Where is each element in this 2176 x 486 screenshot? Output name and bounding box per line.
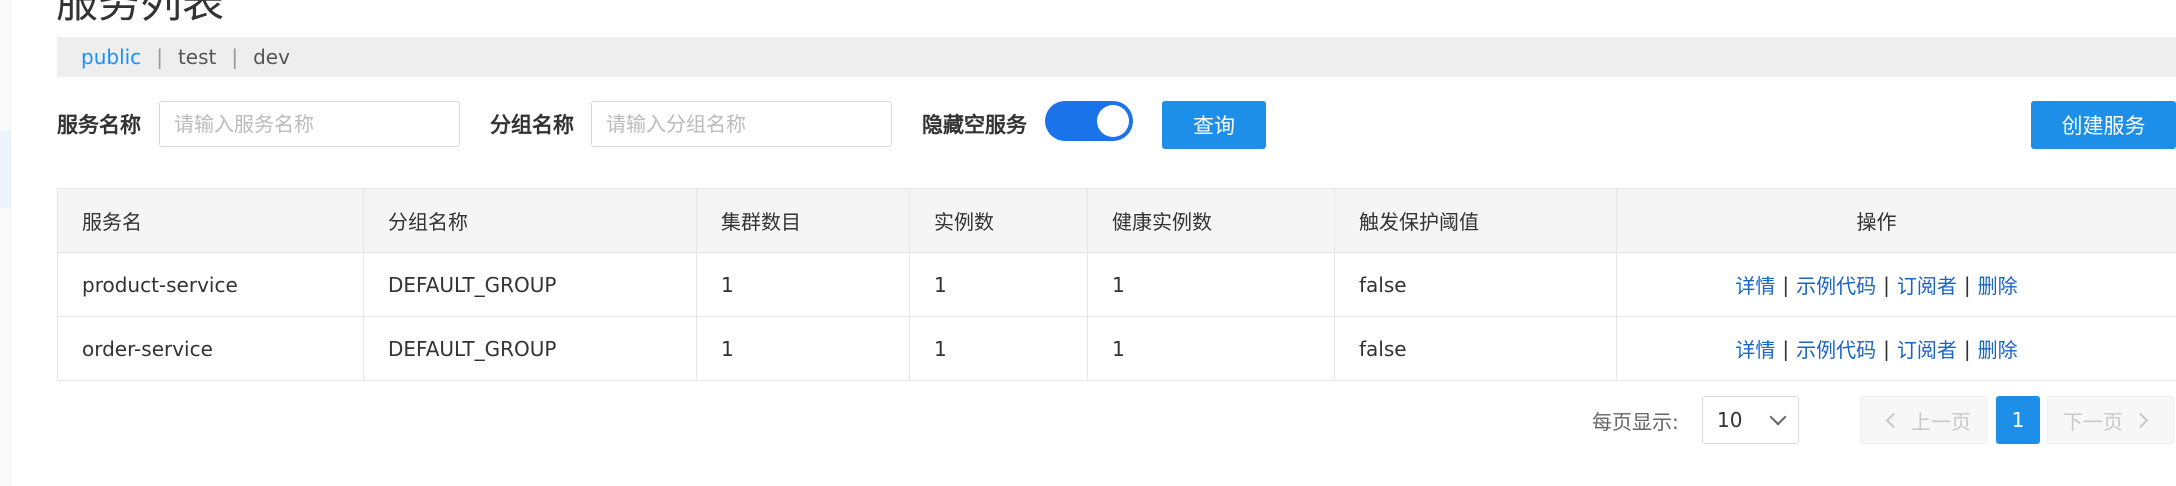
namespace-separator: |	[231, 45, 239, 69]
subscribers-link[interactable]: 订阅者	[1897, 334, 1957, 363]
cell-instance-count: 1	[910, 253, 1088, 316]
sample-code-link[interactable]: 示例代码	[1796, 334, 1876, 363]
cell-healthy-instance-count: 1	[1088, 317, 1335, 380]
chevron-left-icon	[1885, 412, 1902, 428]
left-nav-highlight	[0, 130, 10, 208]
cell-protect-threshold: false	[1335, 253, 1617, 316]
prev-page-label: 上一页	[1911, 409, 1971, 434]
cell-operations: 详情 | 示例代码 | 订阅者 | 删除	[1617, 317, 2176, 380]
namespace-bar: public | test | dev	[57, 37, 2176, 77]
group-name-label: 分组名称	[490, 113, 574, 137]
table-header-row: 服务名 分组名称 集群数目 实例数 健康实例数 触发保护阈值 操作	[58, 189, 2176, 253]
create-service-button[interactable]: 创建服务	[2031, 101, 2176, 149]
cell-cluster-count: 1	[697, 253, 910, 316]
detail-link[interactable]: 详情	[1735, 334, 1775, 363]
namespace-separator: |	[156, 45, 163, 69]
page-number-current[interactable]: 1	[1996, 396, 2040, 444]
cell-group-name: DEFAULT_GROUP	[364, 317, 697, 380]
operation-separator: |	[1963, 272, 1971, 297]
hide-empty-services-label: 隐藏空服务	[922, 113, 1027, 137]
column-header-healthy-instance-count: 健康实例数	[1088, 189, 1335, 252]
delete-link[interactable]: 删除	[1978, 270, 2018, 299]
prev-page-button[interactable]: 上一页	[1860, 396, 1987, 444]
next-page-button[interactable]: 下一页	[2047, 396, 2174, 444]
query-button[interactable]: 查询	[1162, 101, 1266, 149]
column-header-service-name: 服务名	[58, 189, 364, 252]
column-header-operations: 操作	[1617, 189, 2176, 252]
operation-separator: |	[1883, 336, 1890, 361]
service-name-input[interactable]	[159, 101, 460, 147]
column-header-group-name: 分组名称	[364, 189, 697, 252]
page-size-label: 每页显示:	[1592, 410, 1679, 434]
column-header-instance-count: 实例数	[910, 189, 1088, 252]
table-row: product-service DEFAULT_GROUP 1 1 1 fals…	[58, 253, 2176, 317]
column-header-protect-threshold: 触发保护阈值	[1335, 189, 1617, 252]
operation-separator: |	[1883, 272, 1890, 297]
operation-separator: |	[1782, 272, 1790, 297]
page-title: 服务列表	[56, 0, 225, 27]
cell-cluster-count: 1	[697, 317, 910, 380]
chevron-right-icon	[2132, 412, 2149, 428]
service-name-label: 服务名称	[57, 113, 141, 137]
toggle-knob	[1097, 105, 1129, 137]
cell-group-name: DEFAULT_GROUP	[364, 253, 697, 316]
service-table: 服务名 分组名称 集群数目 实例数 健康实例数 触发保护阈值 操作 produc…	[57, 188, 2176, 381]
hide-empty-services-toggle[interactable]	[1045, 101, 1133, 141]
namespace-test[interactable]: test	[178, 45, 216, 69]
cell-protect-threshold: false	[1335, 317, 1617, 380]
page-size-value: 10	[1717, 408, 1743, 432]
cell-service-name: product-service	[58, 253, 364, 316]
cell-healthy-instance-count: 1	[1088, 253, 1335, 316]
sample-code-link[interactable]: 示例代码	[1796, 270, 1876, 299]
page-size-select[interactable]: 10	[1702, 396, 1799, 444]
operation-separator: |	[1963, 336, 1971, 361]
cell-instance-count: 1	[910, 317, 1088, 380]
namespace-public[interactable]: public	[81, 45, 141, 69]
chevron-down-icon	[1769, 408, 1787, 426]
namespace-dev[interactable]: dev	[253, 45, 290, 69]
cell-operations: 详情 | 示例代码 | 订阅者 | 删除	[1617, 253, 2176, 316]
subscribers-link[interactable]: 订阅者	[1897, 270, 1957, 299]
operation-separator: |	[1782, 336, 1790, 361]
left-nav-rail	[0, 0, 11, 486]
delete-link[interactable]: 删除	[1978, 334, 2018, 363]
table-row: order-service DEFAULT_GROUP 1 1 1 false …	[58, 317, 2176, 381]
cell-service-name: order-service	[58, 317, 364, 380]
next-page-label: 下一页	[2063, 409, 2123, 434]
group-name-input[interactable]	[591, 101, 892, 147]
detail-link[interactable]: 详情	[1735, 270, 1775, 299]
column-header-cluster-count: 集群数目	[697, 189, 910, 252]
